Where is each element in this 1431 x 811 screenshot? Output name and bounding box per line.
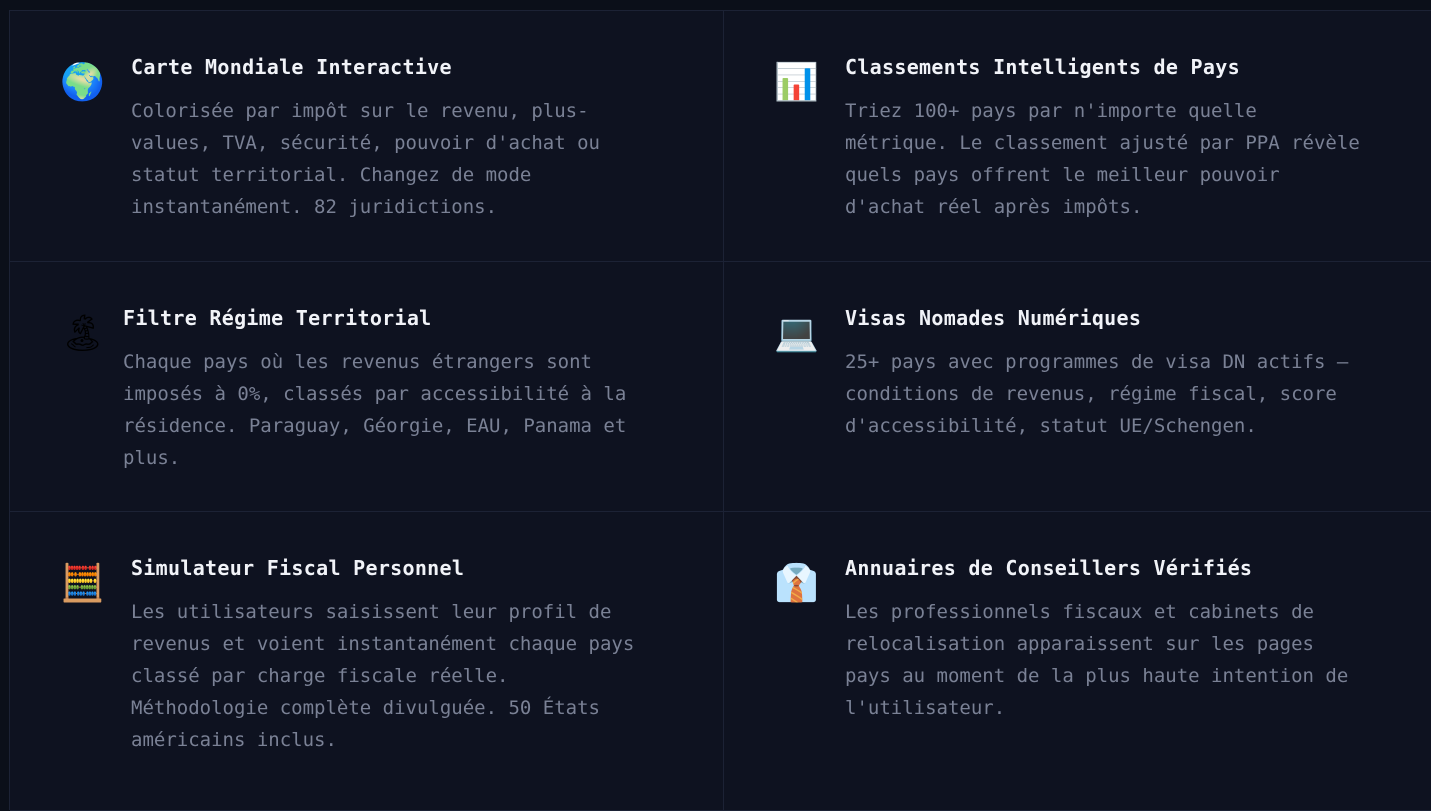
shirt-tie-icon: 👔 (774, 563, 819, 604)
feature-content: Visas Nomades Numériques 25+ pays avec p… (845, 306, 1409, 442)
feature-content: Simulateur Fiscal Personnel Les utilisat… (131, 556, 693, 756)
laptop-icon: 💻 (774, 313, 819, 354)
feature-title: Simulateur Fiscal Personnel (131, 556, 465, 580)
feature-description: 25+ pays avec programmes de visa DN acti… (845, 351, 1349, 437)
island-icon: 🏝 (60, 313, 106, 354)
feature-content: Carte Mondiale Interactive Colorisée par… (131, 55, 693, 223)
feature-description: Chaque pays où les revenus étrangers son… (123, 351, 627, 469)
feature-description: Les utilisateurs saisissent leur profil … (131, 601, 635, 751)
feature-card-nomad-visas: 💻 Visas Nomades Numériques 25+ pays avec… (724, 262, 1431, 512)
feature-content: Classements Intelligents de Pays Triez 1… (845, 55, 1409, 223)
feature-description: Colorisée par impôt sur le revenu, plus-… (131, 100, 600, 218)
feature-card-territorial-filter: 🏝 Filtre Régime Territorial Chaque pays … (10, 262, 724, 512)
feature-title: Visas Nomades Numériques (845, 306, 1142, 330)
feature-card-interactive-map: 🌍 Carte Mondiale Interactive Colorisée p… (10, 11, 724, 262)
feature-content: Filtre Régime Territorial Chaque pays où… (123, 306, 693, 474)
feature-title: Carte Mondiale Interactive (131, 55, 452, 79)
abacus-icon: 🧮 (60, 563, 105, 604)
feature-card-country-rankings: 📊 Classements Intelligents de Pays Triez… (724, 11, 1431, 262)
features-grid: 🌍 Carte Mondiale Interactive Colorisée p… (9, 10, 1431, 811)
feature-title: Classements Intelligents de Pays (845, 55, 1240, 79)
feature-description: Les professionnels fiscaux et cabinets d… (845, 601, 1349, 719)
feature-title: Annuaires de Conseillers Vérifiés (845, 556, 1253, 580)
feature-card-tax-simulator: 🧮 Simulateur Fiscal Personnel Les utilis… (10, 512, 724, 811)
feature-description: Triez 100+ pays par n'importe quelle métr… (845, 100, 1360, 218)
feature-content: Annuaires de Conseillers Vérifiés Les pr… (845, 556, 1409, 724)
bar-chart-icon: 📊 (774, 62, 819, 103)
globe-icon: 🌍 (60, 62, 105, 103)
feature-card-advisor-directories: 👔 Annuaires de Conseillers Vérifiés Les … (724, 512, 1431, 811)
feature-title: Filtre Régime Territorial (123, 306, 432, 330)
